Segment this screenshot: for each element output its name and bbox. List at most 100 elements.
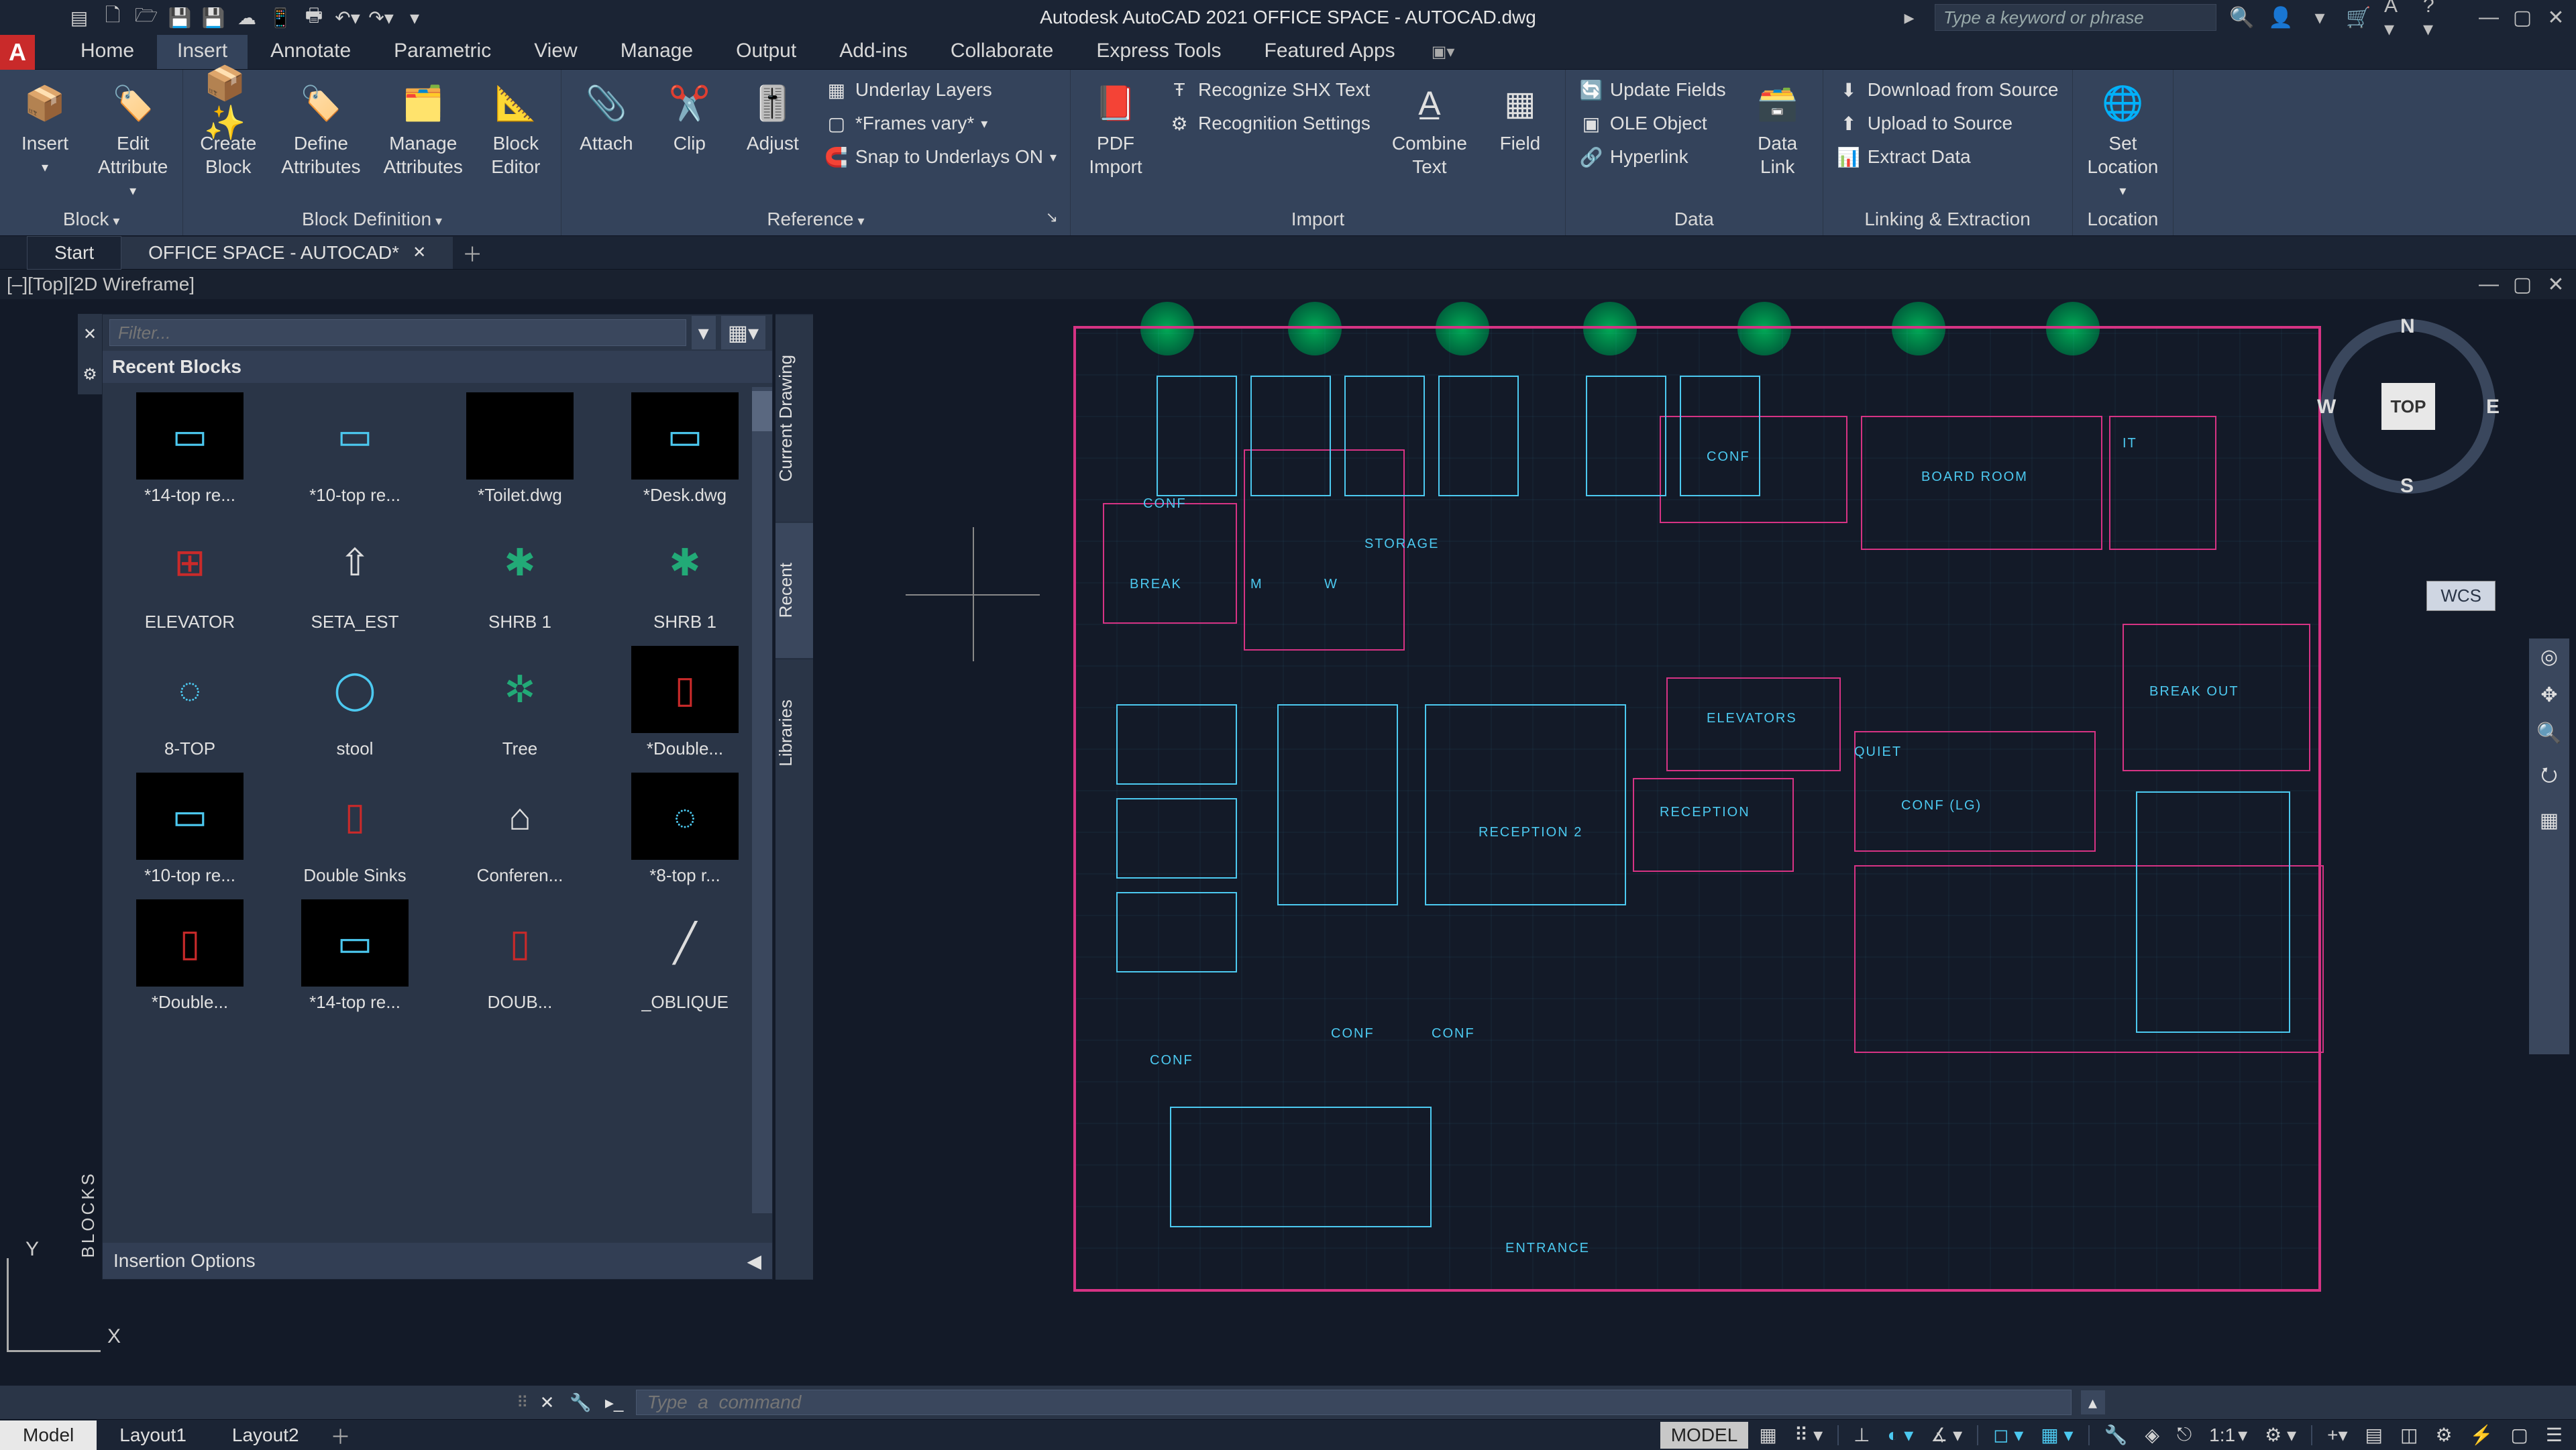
tab-featuredapps[interactable]: Featured Apps: [1244, 33, 1415, 69]
snap-underlays-button[interactable]: 🧲Snap to Underlays ON ▾: [819, 142, 1062, 172]
recognition-settings-button[interactable]: ⚙Recognition Settings: [1162, 109, 1376, 138]
lineweight-icon[interactable]: 🔧: [2098, 1421, 2135, 1449]
palette-close-icon[interactable]: ✕: [83, 325, 97, 344]
block-item[interactable]: ✲Tree: [442, 646, 598, 759]
block-item[interactable]: ▭*10-top re...: [277, 392, 433, 506]
upload-source-button[interactable]: ⬆Upload to Source: [1831, 109, 2064, 138]
vtab-recent[interactable]: Recent: [775, 522, 813, 658]
block-item[interactable]: ◌*8-top r...: [607, 773, 763, 886]
vtab-libraries[interactable]: Libraries: [775, 659, 813, 807]
vtab-current-drawing[interactable]: Current Drawing: [775, 314, 813, 522]
customize-icon[interactable]: ☰: [2539, 1421, 2569, 1449]
vp-maximize-icon[interactable]: ▢: [2509, 271, 2536, 298]
panel-reference-title[interactable]: Reference▾↘: [570, 205, 1062, 235]
tab-addins[interactable]: Add-ins: [819, 33, 928, 69]
block-item[interactable]: ▭*Desk.dwg: [607, 392, 763, 506]
update-fields-button[interactable]: 🔄Update Fields: [1574, 75, 1731, 105]
qat-dropdown-icon[interactable]: ▾: [402, 5, 427, 30]
extract-data-button[interactable]: 📊Extract Data: [1831, 142, 2064, 172]
tab-home[interactable]: Home: [60, 33, 154, 69]
blocks-filter-input[interactable]: [109, 319, 686, 346]
ribbon-collapse-icon[interactable]: ▣▾: [1432, 42, 1455, 62]
gear-icon[interactable]: ⚙ ▾: [2258, 1421, 2303, 1449]
ucs-icon[interactable]: YX: [7, 1245, 114, 1352]
steering-wheel-icon[interactable]: ◎: [2540, 645, 2558, 669]
orbit-icon[interactable]: ⭮: [2540, 760, 2557, 794]
vp-close-icon[interactable]: ✕: [2542, 271, 2569, 298]
define-attributes-button[interactable]: 🏷️Define Attributes: [274, 75, 367, 182]
vp-minimize-icon[interactable]: —: [2475, 271, 2502, 298]
download-source-button[interactable]: ⬇Download from Source: [1831, 75, 2064, 105]
save-icon[interactable]: 💾: [168, 5, 192, 30]
file-tab-close-icon[interactable]: ✕: [413, 243, 426, 262]
app-logo[interactable]: A: [0, 35, 35, 70]
zoom-extents-icon[interactable]: 🔍: [2536, 722, 2561, 745]
block-item[interactable]: ▭*10-top re...: [112, 773, 268, 886]
signin-icon[interactable]: 👤: [2267, 4, 2294, 31]
help-search-input[interactable]: Type a keyword or phrase: [1935, 4, 2216, 31]
tab-annotate[interactable]: Annotate: [250, 33, 371, 69]
frames-button[interactable]: ▢*Frames vary* ▾: [819, 109, 1062, 138]
canvas[interactable]: STORAGE BREAK M W ELEVATORS RECEPTION RE…: [1033, 299, 2516, 1386]
layout-tab-add[interactable]: ＋: [322, 1420, 360, 1450]
wcs-badge[interactable]: WCS: [2426, 581, 2496, 611]
tab-view[interactable]: View: [514, 33, 597, 69]
insertion-options-expand-icon[interactable]: ◀: [747, 1250, 761, 1272]
drawing-area[interactable]: ✕ ⚙ BLOCKS ▾ ▦▾ Recent Blocks ▭*14-top r…: [0, 299, 2576, 1386]
file-tab-new[interactable]: ＋: [453, 238, 491, 268]
new-icon[interactable]: 🗋: [101, 5, 125, 30]
search-arrow-icon[interactable]: ▸: [1896, 4, 1923, 31]
qat-menu-icon[interactable]: ▤: [67, 5, 91, 30]
cmdline-history-icon[interactable]: ▴: [2081, 1390, 2105, 1414]
saveas-icon[interactable]: 💾: [201, 5, 225, 30]
dyn-input-icon[interactable]: +▾: [2320, 1421, 2354, 1449]
hardware-accel-icon[interactable]: ⚡: [2463, 1421, 2500, 1449]
tab-output[interactable]: Output: [716, 33, 816, 69]
status-model[interactable]: MODEL: [1660, 1422, 1749, 1449]
block-item[interactable]: *Toilet.dwg: [442, 392, 598, 506]
ole-object-button[interactable]: ▣OLE Object: [1574, 109, 1731, 138]
insert-block-button[interactable]: 📦Insert▾: [8, 75, 82, 180]
adjust-button[interactable]: 🎚️Adjust: [736, 75, 810, 159]
block-item[interactable]: ▯*Double...: [112, 899, 268, 1013]
tab-manage[interactable]: Manage: [600, 33, 713, 69]
search-icon[interactable]: 🔍: [2229, 4, 2255, 31]
open-icon[interactable]: 🗁: [134, 5, 158, 30]
cmdline-close-icon[interactable]: ✕: [535, 1390, 559, 1414]
combine-text-button[interactable]: A̲Combine Text: [1385, 75, 1474, 182]
close-icon[interactable]: ✕: [2542, 4, 2569, 31]
insertion-options[interactable]: Insertion Options◀: [103, 1243, 772, 1279]
edit-attribute-button[interactable]: 🏷️Edit Attribute▾: [91, 75, 174, 203]
thumbnail-size-icon[interactable]: ▦▾: [721, 316, 765, 349]
minimize-icon[interactable]: —: [2475, 4, 2502, 31]
workspace-icon[interactable]: ⚙: [2428, 1421, 2459, 1449]
underlay-layers-button[interactable]: ▦Underlay Layers: [819, 75, 1062, 105]
create-block-button[interactable]: 📦✨Create Block: [191, 75, 265, 182]
block-item[interactable]: ▯*Double...: [607, 646, 763, 759]
block-item[interactable]: ▭*14-top re...: [277, 899, 433, 1013]
block-item[interactable]: ✱SHRB 1: [442, 519, 598, 632]
file-tab-start[interactable]: Start: [27, 236, 121, 270]
plot-icon[interactable]: 🖶: [302, 5, 326, 30]
attach-button[interactable]: 📎Attach: [570, 75, 643, 159]
maximize-icon[interactable]: ▢: [2509, 4, 2536, 31]
grid-icon[interactable]: ▦: [1752, 1421, 1783, 1449]
viewport-label[interactable]: [–][Top][2D Wireframe]: [7, 274, 195, 295]
recognize-shx-button[interactable]: ŦRecognize SHX Text: [1162, 75, 1376, 105]
command-input[interactable]: [636, 1390, 2072, 1415]
web-save-icon[interactable]: ☁: [235, 5, 259, 30]
block-item[interactable]: ⇧SETA_EST: [277, 519, 433, 632]
hyperlink-button[interactable]: 🔗Hyperlink: [1574, 142, 1731, 172]
block-item[interactable]: ▯Double Sinks: [277, 773, 433, 886]
clip-button[interactable]: ✂️Clip: [653, 75, 727, 159]
clean-screen-icon[interactable]: ▢: [2504, 1421, 2534, 1449]
cmdline-grip[interactable]: ⠿: [517, 1393, 526, 1412]
block-item[interactable]: ⌂Conferen...: [442, 773, 598, 886]
snap-icon[interactable]: ⠿ ▾: [1788, 1421, 1829, 1449]
panel-blockdef-title[interactable]: Block Definition▾: [191, 205, 553, 235]
cmdline-customize-icon[interactable]: 🔧: [569, 1390, 593, 1414]
tab-collaborate[interactable]: Collaborate: [930, 33, 1073, 69]
block-item[interactable]: ╱_OBLIQUE: [607, 899, 763, 1013]
block-item[interactable]: ⊞ELEVATOR: [112, 519, 268, 632]
data-link-button[interactable]: 🗃️Data Link: [1741, 75, 1815, 182]
